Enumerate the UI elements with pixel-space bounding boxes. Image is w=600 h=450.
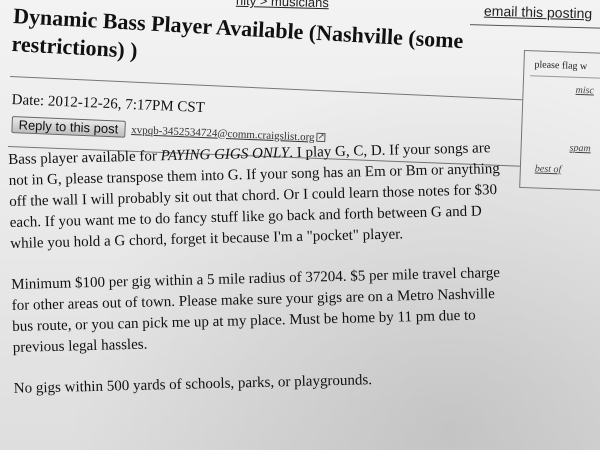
flag-box: please flag w misc spam best of: [519, 50, 600, 192]
breadcrumb: nity > musicians: [236, 0, 329, 10]
reply-email-link[interactable]: xvpqb-3452534724@comm.craigslist.org: [131, 124, 315, 144]
posting-paragraph: No gigs within 500 yards of schools, par…: [13, 372, 373, 397]
craigslist-posting-page: nity > musicians email this posting Dyna…: [0, 0, 600, 450]
email-posting-link[interactable]: email this posting: [484, 3, 593, 22]
flag-link-best-of[interactable]: best of: [535, 163, 562, 175]
posting-emphasis: PAYING GIGS ONLY: [160, 145, 290, 165]
external-link-icon: ↗: [316, 131, 326, 143]
flag-link-spam[interactable]: spam: [569, 143, 590, 155]
posting-paragraph: Minimum $100 per gig within a 5 mile rad…: [11, 265, 501, 356]
post-date: Date: 2012-12-26, 7:17PM CST: [11, 92, 206, 117]
reply-to-post-button[interactable]: Reply to this post: [11, 116, 126, 138]
posting-body: Bass player available for PAYING GIGS ON…: [8, 138, 519, 420]
posting-paragraph: Bass player available for PAYING GIGS ON…: [8, 138, 515, 255]
reply-row: Reply to this post xvpqb-3452534724@comm…: [11, 116, 326, 146]
flag-box-title: please flag w: [534, 59, 588, 73]
breadcrumb-link-musicians[interactable]: nity > musicians: [236, 0, 329, 10]
posting-text: Bass player available for: [8, 148, 161, 168]
divider: [470, 24, 600, 29]
page-title: Dynamic Bass Player Available (Nashville…: [10, 2, 465, 63]
flag-link-misc[interactable]: misc: [575, 85, 594, 97]
divider: [530, 75, 600, 80]
